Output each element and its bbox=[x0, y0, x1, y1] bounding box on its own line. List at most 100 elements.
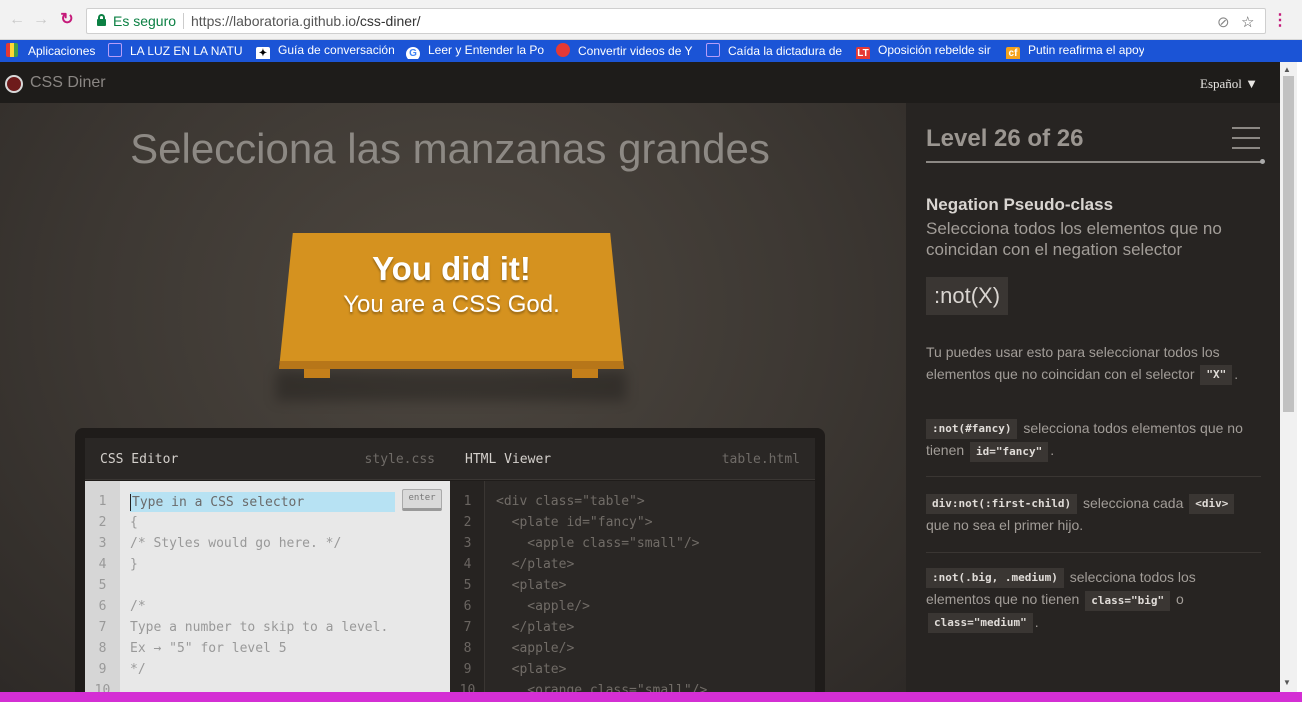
html-viewer-header: HTML Viewer table.html bbox=[450, 438, 815, 480]
omnibox-separator bbox=[183, 13, 184, 29]
html-line[interactable]: <apple/> bbox=[496, 599, 590, 614]
level-progress-bar bbox=[926, 161, 1264, 163]
bookmark-star-icon[interactable]: ☆ bbox=[1241, 13, 1254, 31]
bookmark-oposicion[interactable]: LT Oposición rebelde sir bbox=[856, 43, 994, 59]
code-line: */ bbox=[130, 662, 146, 677]
address-bar[interactable]: Es seguro https://laboratoria.github.io/… bbox=[86, 8, 1266, 34]
bookmarks-bar: Aplicaciones LA LUZ EN LA NATUR ✦ Guía de… bbox=[0, 40, 1302, 62]
language-select[interactable]: Español ▼ bbox=[1200, 76, 1258, 92]
line-number: 1 bbox=[463, 494, 472, 509]
code-chip: <div> bbox=[1189, 494, 1235, 515]
css-gutter: 1 2 3 4 5 6 7 8 9 10 bbox=[85, 481, 120, 698]
example-divider bbox=[926, 476, 1261, 477]
html-line[interactable]: </plate> bbox=[496, 557, 575, 572]
bookmark-la-luz[interactable]: LA LUZ EN LA NATUR bbox=[108, 43, 242, 59]
css-editor-file: style.css bbox=[364, 452, 435, 467]
bookmark-caida[interactable]: Caída la dictadura de bbox=[706, 43, 844, 59]
cf-icon: cf bbox=[1006, 47, 1020, 59]
bookmark-leer[interactable]: G Leer y Entender la Po bbox=[406, 43, 546, 59]
code-chip: class="medium" bbox=[928, 612, 1033, 633]
line-number: 6 bbox=[463, 599, 472, 614]
code-line: Type a number to skip to a level. bbox=[130, 620, 389, 635]
line-number: 4 bbox=[98, 557, 107, 572]
code-line: } bbox=[130, 557, 138, 572]
line-number: 6 bbox=[98, 599, 107, 614]
enter-button[interactable]: enter bbox=[402, 489, 442, 511]
example-divider bbox=[926, 552, 1261, 553]
code-chip: :not(#fancy) bbox=[926, 419, 1018, 440]
line-number: 9 bbox=[98, 662, 107, 677]
line-number: 5 bbox=[463, 578, 472, 593]
html-viewer-pane: 1 2 3 4 5 6 7 8 9 10 <div class="table">… bbox=[450, 481, 815, 698]
line-number: 2 bbox=[98, 515, 107, 530]
line-number: 5 bbox=[98, 578, 107, 593]
game-area: Selecciona las manzanas grandes You did … bbox=[0, 103, 906, 698]
line-number: 7 bbox=[463, 620, 472, 635]
back-arrow-icon[interactable]: ← bbox=[8, 11, 26, 29]
browser-menu-icon[interactable]: ⋮ bbox=[1272, 10, 1288, 30]
selector-name: Negation Pseudo-class bbox=[926, 195, 1114, 214]
bookmark-putin[interactable]: cf Putin reafirma el apoy bbox=[1006, 43, 1144, 59]
selector-description: Tu puedes usar esto para seleccionar tod… bbox=[926, 341, 1261, 386]
win-title: You did it! bbox=[372, 250, 531, 287]
code-line: Ex → "5" for level 5 bbox=[130, 641, 287, 656]
example-2: div:not(:first-child) selecciona cada <d… bbox=[926, 492, 1261, 536]
code-chip: :not(.big, .medium) bbox=[926, 568, 1064, 589]
scroll-thumb[interactable] bbox=[1283, 76, 1294, 412]
lock-icon bbox=[97, 14, 106, 26]
css-editor-header: CSS Editor style.css bbox=[85, 438, 450, 480]
app-logo[interactable]: CSS Diner bbox=[30, 74, 106, 92]
line-number: 8 bbox=[98, 641, 107, 656]
blocked-popup-icon[interactable]: ⊘ bbox=[1217, 13, 1230, 31]
css-editor-title: CSS Editor bbox=[100, 452, 179, 467]
html-line[interactable]: </plate> bbox=[496, 620, 575, 635]
bookmark-apps[interactable]: Aplicaciones bbox=[6, 43, 98, 59]
html-line[interactable]: <plate id="fancy"> bbox=[496, 515, 653, 530]
html-line[interactable]: <apple/> bbox=[496, 641, 575, 656]
page-icon bbox=[108, 43, 122, 57]
page-scrollbar[interactable]: ▲ ▼ bbox=[1280, 62, 1297, 692]
forward-arrow-icon[interactable]: → bbox=[32, 11, 50, 29]
example-1: :not(#fancy) selecciona todos elementos … bbox=[926, 417, 1261, 462]
html-line[interactable]: <apple class="small"/> bbox=[496, 536, 699, 551]
line-number: 2 bbox=[463, 515, 472, 530]
line-number: 3 bbox=[463, 536, 472, 551]
selector-syntax: :not(X) bbox=[926, 277, 1009, 315]
html-line[interactable]: <plate> bbox=[496, 662, 567, 677]
bookmark-guia[interactable]: ✦ Guía de conversación bbox=[256, 43, 394, 59]
bookmark-icon: ✦ bbox=[256, 47, 270, 59]
win-subtitle: You are a CSS God. bbox=[343, 291, 560, 318]
code-line: { bbox=[130, 515, 138, 530]
level-progress-dot bbox=[1260, 159, 1265, 164]
scroll-down-icon[interactable]: ▼ bbox=[1283, 678, 1291, 687]
taskbar-strip bbox=[0, 692, 1302, 702]
editor: CSS Editor style.css HTML Viewer table.h… bbox=[75, 428, 825, 698]
text-caret bbox=[130, 494, 131, 511]
bookmark-convertir[interactable]: Convertir videos de Y bbox=[556, 43, 694, 59]
code-line: /* bbox=[130, 599, 146, 614]
line-number: 1 bbox=[98, 494, 107, 509]
css-selector-input[interactable] bbox=[130, 492, 395, 512]
url-text[interactable]: https://laboratoria.github.io/css-diner/ bbox=[191, 13, 421, 29]
html-viewer-title: HTML Viewer bbox=[465, 452, 552, 467]
line-number: 7 bbox=[98, 620, 107, 635]
css-editor-pane: 1 2 3 4 5 6 7 8 9 10 enter { /* Styles w… bbox=[85, 481, 450, 698]
tomato-icon bbox=[556, 43, 570, 57]
table-leg-right bbox=[572, 369, 598, 378]
reload-icon[interactable]: ↻ bbox=[58, 11, 76, 29]
lt-icon: LT bbox=[856, 47, 870, 59]
code-chip: id="fancy" bbox=[970, 441, 1049, 462]
selector-title: Selecciona todos los elementos que no co… bbox=[926, 219, 1222, 259]
code-chip: class="big" bbox=[1085, 590, 1171, 611]
page-icon bbox=[706, 43, 720, 57]
example-3: :not(.big, .medium) selecciona todos los… bbox=[926, 566, 1261, 633]
html-line[interactable]: <plate> bbox=[496, 578, 567, 593]
scroll-up-icon[interactable]: ▲ bbox=[1283, 65, 1291, 74]
google-icon: G bbox=[406, 47, 420, 59]
level-menu-icon[interactable] bbox=[1232, 127, 1260, 149]
html-line[interactable]: <div class="table"> bbox=[496, 494, 645, 509]
line-number: 3 bbox=[98, 536, 107, 551]
html-viewer-file: table.html bbox=[721, 452, 800, 467]
line-number: 4 bbox=[463, 557, 472, 572]
level-instruction: Selecciona las manzanas grandes bbox=[130, 125, 770, 172]
